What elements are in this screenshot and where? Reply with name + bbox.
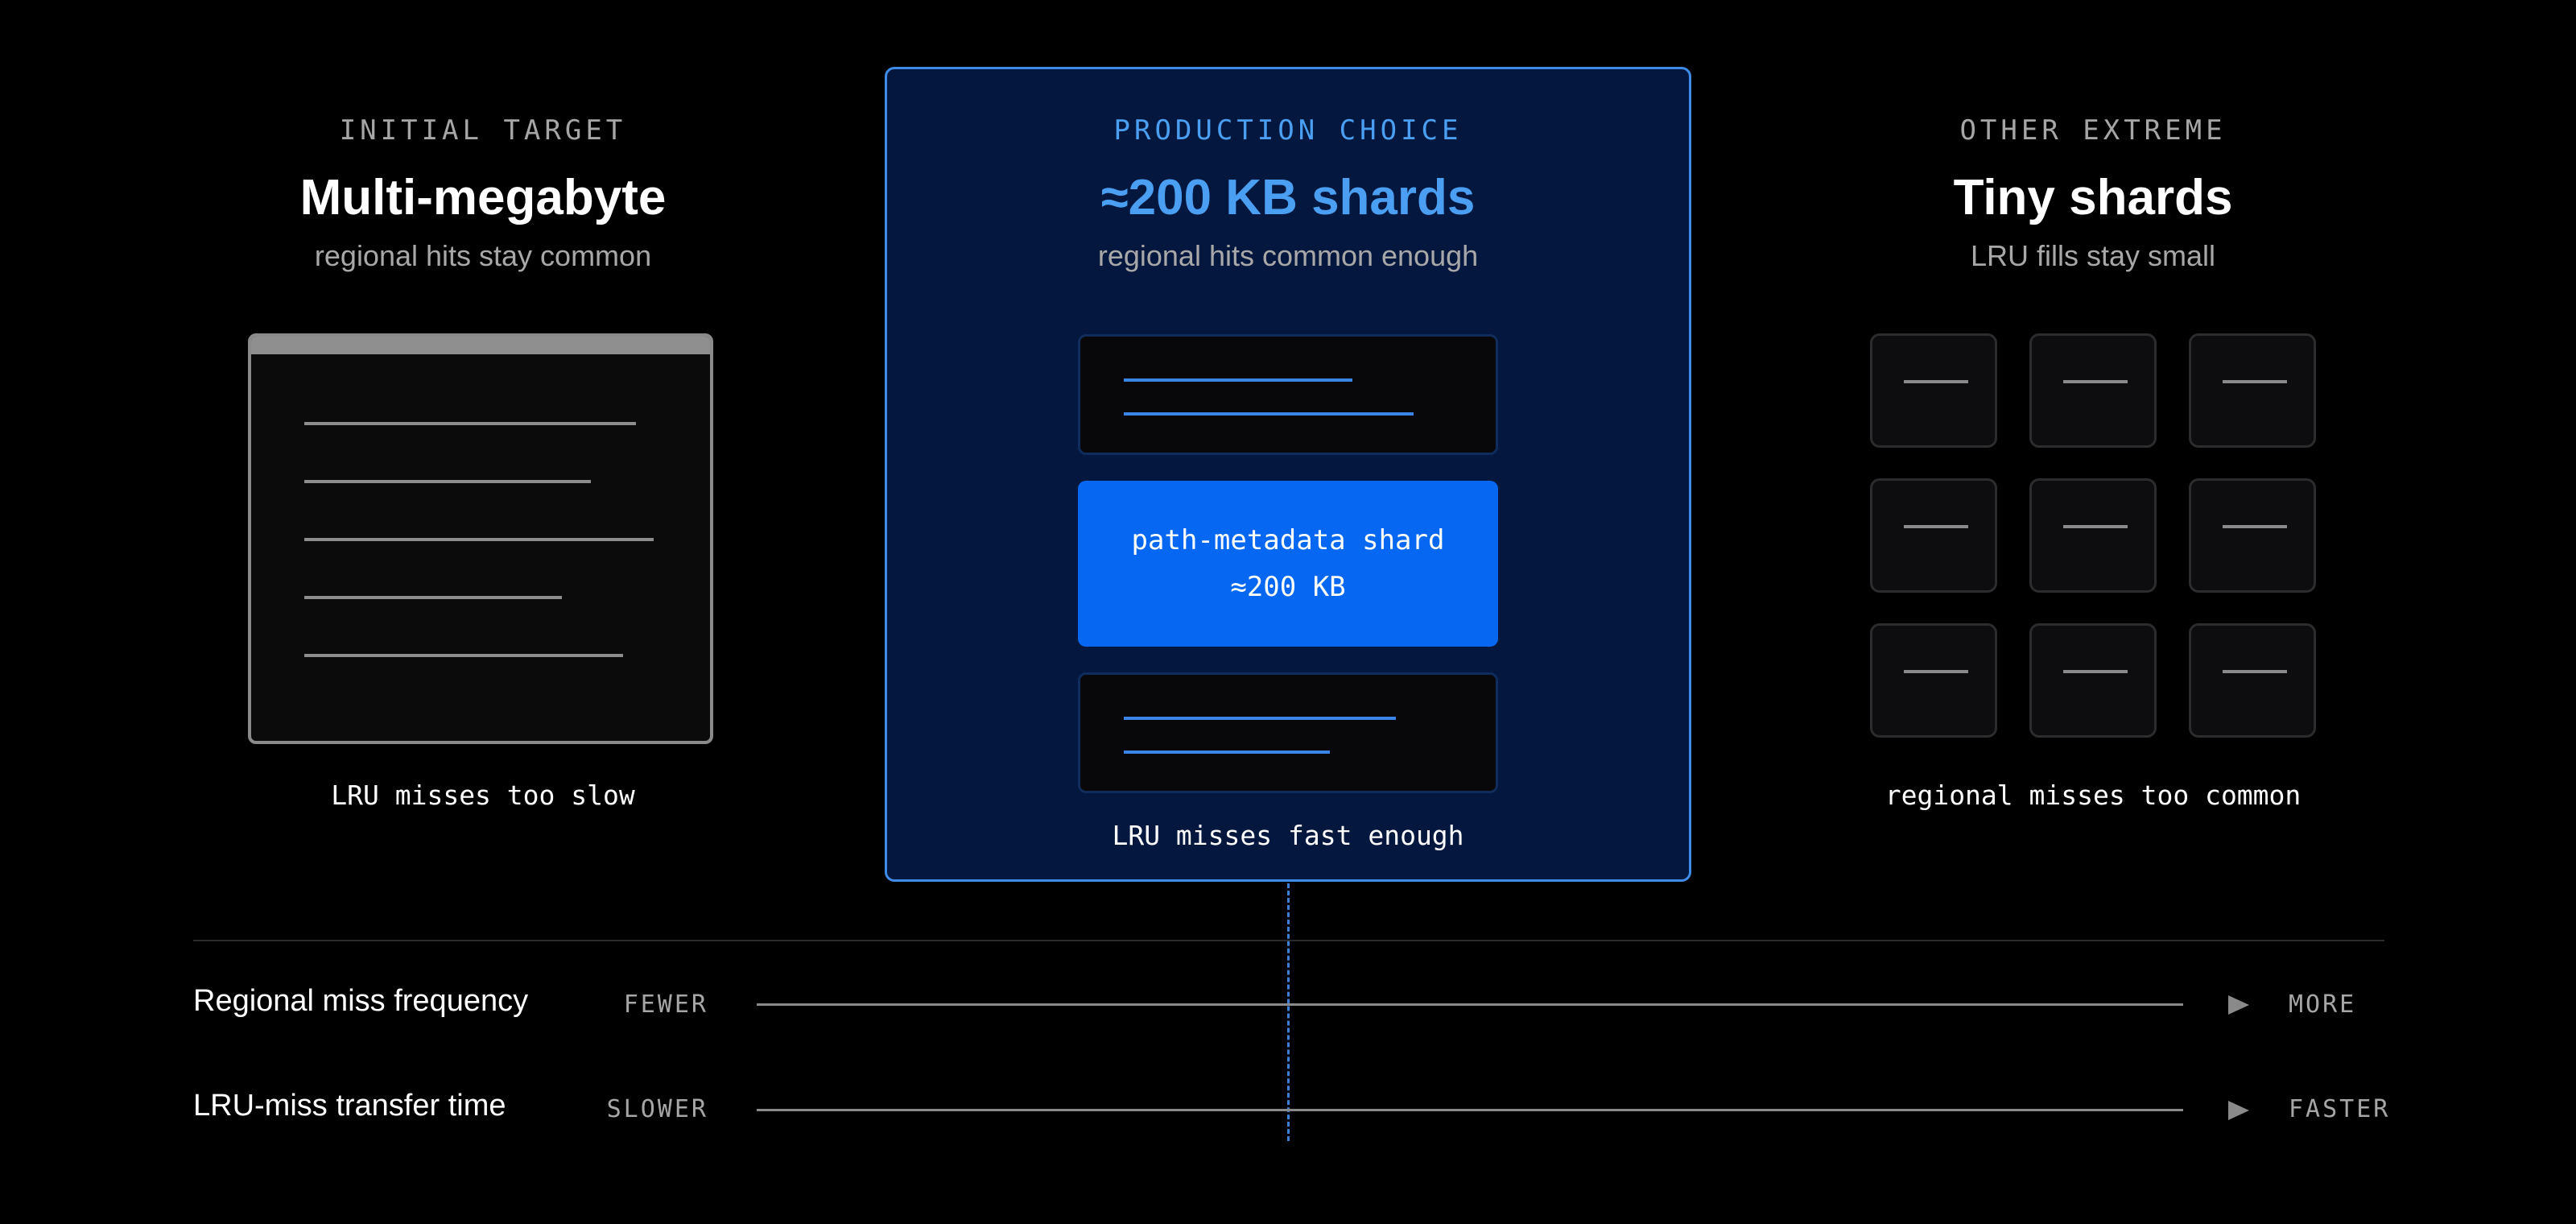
- tiny-shard-tile: [1870, 333, 1997, 448]
- tile-line: [2063, 380, 2128, 383]
- tile-line: [2223, 380, 2287, 383]
- axis-label-transfer-time: LRU-miss transfer time: [193, 1089, 506, 1123]
- shard-content-line: [304, 654, 623, 657]
- shard-header-bar: [251, 337, 710, 354]
- tiny-shard-tile: [1870, 623, 1997, 738]
- shard-content-line: [304, 422, 636, 425]
- tiny-shard-tile: [2029, 478, 2157, 593]
- tile-line: [2063, 670, 2128, 673]
- tile-line: [1904, 380, 1968, 383]
- tile-line: [1904, 525, 1968, 528]
- left-caption: LRU misses too slow: [331, 779, 635, 811]
- shard-content-line: [304, 480, 591, 483]
- highlight-label: path-metadata shard: [1131, 524, 1445, 556]
- axis-arrow-line: [757, 1109, 2183, 1111]
- tiny-shard-tile: [1870, 478, 1997, 593]
- shard-content-line: [1124, 378, 1352, 382]
- arrow-head-icon: [2228, 1101, 2249, 1120]
- tile-line: [2223, 525, 2287, 528]
- tiny-shard-tile: [2189, 333, 2316, 448]
- shard-content-line: [304, 596, 562, 599]
- tiny-shard-tile: [2029, 623, 2157, 738]
- neighbor-shard-bottom: [1078, 672, 1498, 793]
- tile-line: [2223, 670, 2287, 673]
- center-kicker: PRODUCTION CHOICE: [1113, 114, 1463, 147]
- left-title: Multi-megabyte: [299, 170, 667, 225]
- production-choice-marker: [1287, 883, 1290, 1141]
- arrow-head-icon: [2228, 995, 2249, 1015]
- shard-content-line: [1124, 412, 1414, 416]
- axis-end-faster: FASTER: [2289, 1095, 2391, 1123]
- axis-arrow-line: [757, 1003, 2183, 1006]
- axis-start-slower: SLOWER: [606, 1095, 708, 1123]
- tiny-shard-tile: [2029, 333, 2157, 448]
- neighbor-shard-top: [1078, 334, 1498, 455]
- highlight-size: ≈200 KB: [1230, 571, 1346, 603]
- tile-line: [2063, 525, 2128, 528]
- right-kicker: OTHER EXTREME: [1959, 114, 2227, 147]
- axis-label-regional-miss: Regional miss frequency: [193, 984, 529, 1018]
- tiny-shard-tile: [2189, 478, 2316, 593]
- left-subtitle: regional hits stay common: [314, 239, 652, 272]
- center-title: ≈200 KB shards: [1100, 170, 1476, 225]
- path-metadata-shard: path-metadata shard ≈200 KB: [1078, 481, 1498, 647]
- right-subtitle: LRU fills stay small: [1970, 239, 2216, 272]
- axis-start-fewer: FEWER: [623, 990, 708, 1019]
- right-title: Tiny shards: [1953, 170, 2233, 225]
- center-subtitle: regional hits common enough: [1097, 239, 1479, 272]
- multi-megabyte-shard-illustration: [248, 333, 713, 744]
- shard-content-line: [1124, 717, 1396, 720]
- left-kicker: INITIAL TARGET: [339, 114, 627, 147]
- center-caption: LRU misses fast enough: [1112, 820, 1464, 851]
- axis-end-more: MORE: [2289, 990, 2357, 1019]
- tiny-shard-tile: [2189, 623, 2316, 738]
- tile-line: [1904, 670, 1968, 673]
- shard-content-line: [304, 538, 654, 541]
- right-caption: regional misses too common: [1885, 779, 2301, 811]
- shard-content-line: [1124, 751, 1330, 754]
